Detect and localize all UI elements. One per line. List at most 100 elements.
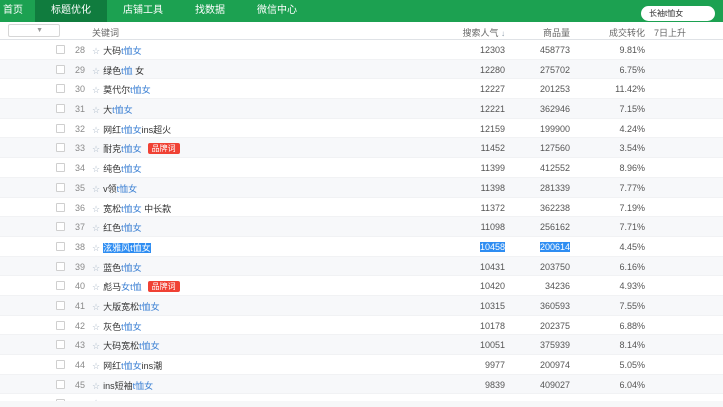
star-icon[interactable]: ☆ bbox=[92, 282, 100, 292]
keyword-link[interactable]: 宽松t恤女 中长款 bbox=[103, 204, 171, 214]
table-row: 40 ☆ 彪马女t恤 品牌词 10420 34236 4.93% bbox=[0, 276, 723, 296]
keyword-highlight: t恤女 bbox=[132, 380, 154, 391]
keyword-text: 女 bbox=[132, 65, 145, 76]
keyword-link[interactable]: 蓝色t恤女 bbox=[103, 263, 142, 273]
row-checkbox[interactable] bbox=[56, 163, 65, 173]
table-row: 29 ☆ 绿色t恤 女 12280 275702 6.75% bbox=[0, 59, 723, 80]
keyword-link[interactable]: 大码宽松t恤女 bbox=[103, 341, 160, 351]
keyword-link[interactable]: 彪马女t恤 bbox=[103, 282, 142, 292]
keyword-cell: ☆ 大码t恤女 bbox=[92, 44, 142, 57]
keyword-link[interactable]: 灰色t恤女 bbox=[103, 322, 142, 332]
conversion-cell-value: 6.04% bbox=[619, 379, 645, 390]
row-checkbox[interactable] bbox=[56, 379, 65, 389]
conversion-cell: 9.81% bbox=[562, 45, 645, 55]
row-checkbox[interactable] bbox=[56, 182, 65, 192]
row-checkbox[interactable] bbox=[56, 202, 65, 212]
table-row: 39 ☆ 蓝色t恤女 10431 203750 6.16% bbox=[0, 256, 723, 277]
items-count-cell: 362238 bbox=[487, 203, 570, 213]
row-checkbox[interactable] bbox=[56, 64, 65, 74]
items-count-cell: 412552 bbox=[487, 163, 570, 173]
star-icon[interactable]: ☆ bbox=[92, 204, 100, 214]
brand-word-badge: 品牌词 bbox=[147, 281, 180, 293]
keyword-link[interactable]: 大t恤女 bbox=[103, 105, 133, 115]
star-icon[interactable]: ☆ bbox=[92, 66, 100, 76]
table-row: 43 ☆ 大码宽松t恤女 10051 375939 8.14% bbox=[0, 335, 723, 355]
star-icon[interactable]: ☆ bbox=[92, 223, 100, 233]
keyword-text: ins潮 bbox=[141, 361, 163, 371]
conversion-cell-value: 7.55% bbox=[619, 300, 645, 311]
star-icon[interactable]: ☆ bbox=[92, 381, 100, 391]
star-icon[interactable]: ☆ bbox=[92, 341, 100, 351]
nav-tab[interactable]: 标题优化 bbox=[35, 0, 107, 22]
conversion-cell: 4.45% bbox=[562, 242, 645, 252]
star-icon[interactable]: ☆ bbox=[92, 46, 100, 56]
row-checkbox[interactable] bbox=[56, 340, 65, 350]
table-row: 42 ☆ 灰色t恤女 10178 202375 6.88% bbox=[0, 315, 723, 336]
conversion-cell: 3.54% bbox=[562, 143, 645, 153]
row-checkbox[interactable] bbox=[56, 222, 65, 232]
table-row: 32 ☆ 网红t恤女ins超火 12159 199900 4.24% bbox=[0, 118, 723, 139]
keyword-link[interactable]: 网红t恤女ins潮 bbox=[103, 361, 162, 371]
keyword-highlight: t恤女 bbox=[139, 301, 160, 312]
items-count-cell: 127560 bbox=[487, 143, 570, 153]
conversion-cell-value: 3.54% bbox=[619, 143, 645, 154]
keyword-link[interactable]: 大码t恤女 bbox=[103, 46, 142, 56]
row-checkbox[interactable] bbox=[56, 320, 65, 330]
nav-tab[interactable]: 找数据 bbox=[179, 0, 241, 22]
keyword-highlight: t恤女 bbox=[130, 242, 151, 253]
keyword-link[interactable]: 网红t恤女ins超火 bbox=[103, 125, 171, 135]
keyword-link[interactable]: 红色t恤女 bbox=[103, 223, 142, 233]
keyword-text: 纯色 bbox=[103, 164, 122, 175]
nav-tab[interactable]: 首页 bbox=[0, 0, 35, 22]
star-icon[interactable]: ☆ bbox=[92, 361, 100, 371]
keyword-link[interactable]: 莫代尔t恤女 bbox=[103, 85, 151, 95]
row-checkbox[interactable] bbox=[56, 241, 65, 251]
keyword-text: 绿色 bbox=[103, 65, 122, 76]
row-checkbox[interactable] bbox=[56, 84, 65, 94]
nav-tab[interactable]: 微信中心 bbox=[241, 0, 313, 22]
conversion-cell: 7.55% bbox=[562, 301, 645, 311]
star-icon[interactable]: ☆ bbox=[92, 85, 100, 95]
star-icon[interactable]: ☆ bbox=[92, 125, 100, 135]
row-checkbox[interactable] bbox=[56, 261, 65, 271]
keyword-link[interactable]: 纯色t恤女 bbox=[103, 164, 142, 174]
row-checkbox[interactable] bbox=[56, 300, 65, 310]
conversion-cell-value: 7.77% bbox=[619, 182, 645, 193]
keyword-text: 红色 bbox=[103, 223, 122, 234]
star-icon[interactable]: ☆ bbox=[92, 164, 100, 174]
keyword-link[interactable]: 绿色t恤 女 bbox=[103, 66, 144, 76]
row-checkbox[interactable] bbox=[56, 281, 65, 291]
star-icon[interactable]: ☆ bbox=[92, 184, 100, 194]
nav-tab[interactable]: 店铺工具 bbox=[107, 0, 179, 22]
star-icon[interactable]: ☆ bbox=[92, 263, 100, 273]
keyword-link[interactable]: 耐克t恤女 bbox=[103, 144, 142, 154]
keyword-link[interactable]: v领t恤女 bbox=[103, 184, 137, 194]
row-number: 32 bbox=[74, 123, 85, 134]
filter-dropdown[interactable]: ▼ bbox=[8, 24, 60, 37]
items-count-cell: 202375 bbox=[487, 321, 570, 331]
row-checkbox[interactable] bbox=[56, 45, 65, 54]
keyword-text: 网红 bbox=[103, 361, 122, 371]
keyword-link[interactable]: ins短袖t恤女 bbox=[103, 381, 153, 391]
row-checkbox[interactable] bbox=[56, 143, 65, 153]
table-row: 41 ☆ 大版宽松t恤女 10315 360593 7.55% bbox=[0, 295, 723, 316]
keyword-link[interactable]: 泫雅风t恤女 bbox=[103, 242, 151, 253]
star-icon[interactable]: ☆ bbox=[92, 144, 100, 154]
brand-word-badge: 品牌词 bbox=[147, 143, 180, 155]
keyword-search-input[interactable] bbox=[641, 6, 715, 21]
keyword-text: 灰色 bbox=[103, 321, 122, 332]
row-number: 31 bbox=[74, 104, 85, 115]
row-checkbox[interactable] bbox=[56, 104, 65, 114]
conversion-cell-value: 7.19% bbox=[619, 202, 645, 213]
keyword-link[interactable]: 大版宽松t恤女 bbox=[103, 302, 160, 312]
star-icon[interactable]: ☆ bbox=[92, 302, 100, 312]
table-row: 35 ☆ v领t恤女 11398 281339 7.77% bbox=[0, 177, 723, 198]
row-checkbox[interactable] bbox=[56, 360, 65, 369]
column-header-conversion: 成交转化 bbox=[608, 28, 645, 38]
star-icon[interactable]: ☆ bbox=[92, 243, 100, 253]
row-number: 36 bbox=[74, 202, 85, 213]
conversion-cell: 7.71% bbox=[562, 222, 645, 232]
star-icon[interactable]: ☆ bbox=[92, 322, 100, 332]
star-icon[interactable]: ☆ bbox=[92, 105, 100, 115]
row-checkbox[interactable] bbox=[56, 123, 65, 133]
